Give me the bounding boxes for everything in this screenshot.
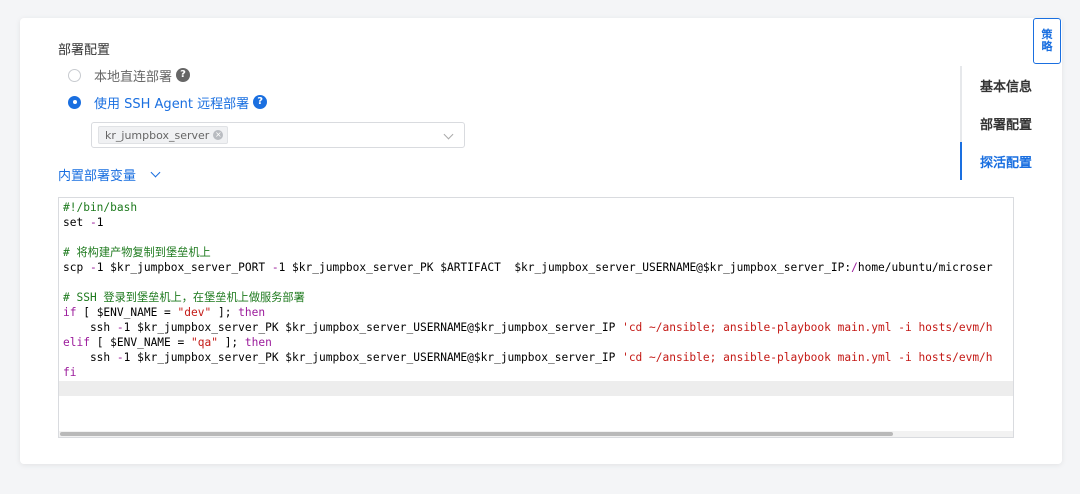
code-line: #!/bin/bash (63, 201, 138, 214)
anchor-active-indicator (960, 142, 962, 180)
tag-label: kr_jumpbox_server (105, 128, 210, 142)
code-line: scp -1 $kr_jumpbox_server_PORT -1 $kr_ju… (63, 261, 993, 274)
jumpbox-server-select[interactable]: kr_jumpbox_server × (91, 122, 465, 148)
code-line: set -1 (63, 216, 104, 229)
tag-close-icon[interactable]: × (213, 130, 224, 140)
horizontal-scrollbar-thumb[interactable] (60, 432, 893, 436)
code-line: ​ (63, 230, 1009, 245)
code-line: # 将构建产物复制到堡垒机上 (63, 246, 211, 259)
radio-button[interactable] (68, 68, 81, 82)
deploy-script-editor[interactable]: #!/bin/bashset -1​# 将构建产物复制到堡垒机上scp -1 $… (58, 197, 1014, 438)
code-line: # SSH 登录到堡垒机上，在堡垒机上做服务部署 (63, 291, 305, 304)
anchor-nav: 基本信息 部署配置 探活配置 (960, 66, 1040, 180)
help-icon[interactable]: ? (176, 68, 191, 82)
anchor-deploy-config[interactable]: 部署配置 (980, 114, 1032, 133)
code-line: if [ $ENV_NAME = "dev" ]; then (63, 306, 266, 319)
radio-ssh-agent-deploy[interactable]: 使用 SSH Agent 远程部署 ? (68, 93, 268, 112)
code-line: ssh -1 $kr_jumpbox_server_PK $kr_jumpbox… (63, 351, 993, 364)
strategy-side-tab[interactable]: 策 略 (1033, 18, 1061, 64)
active-line-highlight (59, 381, 1013, 396)
code-line: elif [ $ENV_NAME = "qa" ]; then (63, 336, 272, 349)
radio-label: 使用 SSH Agent 远程部署 (94, 96, 250, 112)
code-content[interactable]: #!/bin/bashset -1​# 将构建产物复制到堡垒机上scp -1 $… (59, 198, 1013, 382)
builtin-vars-label: 内置部署变量 (58, 169, 137, 184)
radio-button-checked[interactable] (68, 95, 81, 109)
code-line: ​ (63, 275, 1009, 290)
help-icon[interactable]: ? (253, 95, 268, 109)
anchor-probe-config[interactable]: 探活配置 (980, 152, 1032, 171)
code-line: ssh -1 $kr_jumpbox_server_PK $kr_jumpbox… (63, 321, 993, 334)
code-line: fi (63, 366, 77, 379)
section-title: 部署配置 (58, 43, 111, 58)
chevron-down-icon (150, 167, 161, 178)
anchor-basic-info[interactable]: 基本信息 (980, 76, 1032, 95)
chevron-down-icon (443, 129, 454, 140)
radio-label: 本地直连部署 (94, 69, 173, 85)
radio-local-deploy[interactable]: 本地直连部署 ? (68, 66, 191, 85)
strategy-tab-label: 策 略 (1041, 28, 1053, 53)
builtin-vars-toggle[interactable]: 内置部署变量 (58, 165, 161, 184)
selected-tag: kr_jumpbox_server × (98, 126, 229, 144)
